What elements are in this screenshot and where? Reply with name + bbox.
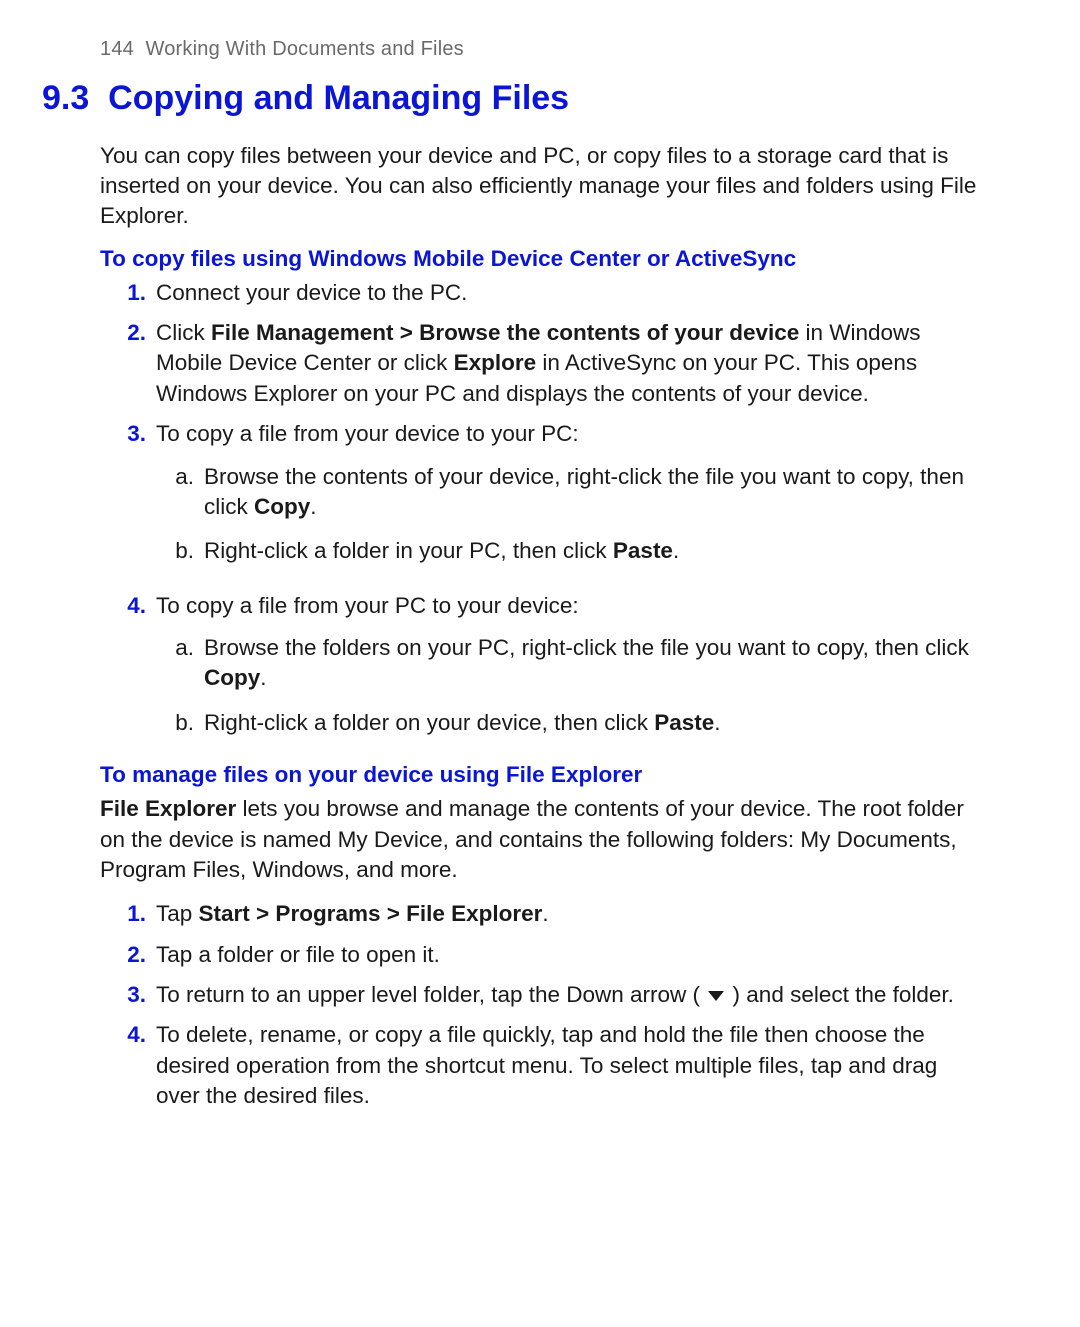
text: . bbox=[714, 710, 720, 735]
bold-text: File Management > Browse the contents of… bbox=[211, 320, 799, 345]
list-body: Connect your device to the PC. bbox=[156, 278, 980, 308]
list-body: Right-click a folder on your device, the… bbox=[204, 708, 721, 738]
manage-intro: File Explorer lets you browse and manage… bbox=[100, 794, 980, 885]
list-item: a. Browse the folders on your PC, right-… bbox=[156, 633, 980, 694]
bold-text: Explore bbox=[454, 350, 537, 375]
list-body: To copy a file from your PC to your devi… bbox=[156, 591, 980, 753]
list-body: Tap Start > Programs > File Explorer. bbox=[156, 899, 980, 929]
text: To copy a file from your PC to your devi… bbox=[156, 593, 579, 618]
list-body: Browse the folders on your PC, right-cli… bbox=[204, 633, 980, 694]
subheading-manage-files: To manage files on your device using Fil… bbox=[100, 762, 980, 788]
list-body: Click File Management > Browse the conte… bbox=[156, 318, 980, 409]
list-item: b. Right-click a folder on your device, … bbox=[156, 708, 980, 738]
text: Right-click a folder on your device, the… bbox=[204, 710, 654, 735]
list-item: 3. To copy a file from your device to yo… bbox=[100, 419, 980, 581]
intro-paragraph: You can copy files between your device a… bbox=[100, 141, 980, 232]
text: Right-click a folder in your PC, then cl… bbox=[204, 538, 613, 563]
text: Tap bbox=[156, 901, 199, 926]
bold-text: Paste bbox=[654, 710, 714, 735]
list-marker: 2. bbox=[100, 318, 156, 409]
bold-text: Copy bbox=[204, 665, 260, 690]
list-body: Browse the contents of your device, righ… bbox=[204, 462, 980, 523]
bold-text: Paste bbox=[613, 538, 673, 563]
bold-text: Copy bbox=[254, 494, 310, 519]
list-body: Right-click a folder in your PC, then cl… bbox=[204, 536, 679, 566]
running-header: 144 Working With Documents and Files bbox=[100, 38, 980, 61]
text: ) and select the folder. bbox=[726, 982, 954, 1007]
text: To return to an upper level folder, tap … bbox=[156, 982, 706, 1007]
list-item: 1. Connect your device to the PC. bbox=[100, 278, 980, 308]
text: Click bbox=[156, 320, 211, 345]
list-marker: 4. bbox=[100, 591, 156, 753]
list-item: 2. Tap a folder or file to open it. bbox=[100, 940, 980, 970]
list-body: To copy a file from your device to your … bbox=[156, 419, 980, 581]
section-heading: 9.3 Copying and Managing Files bbox=[42, 79, 980, 118]
text: . bbox=[542, 901, 548, 926]
list-marker: 2. bbox=[100, 940, 156, 970]
list-item: 4. To delete, rename, or copy a file qui… bbox=[100, 1020, 980, 1111]
text: To copy a file from your device to your … bbox=[156, 421, 579, 446]
list-item: a. Browse the contents of your device, r… bbox=[156, 462, 980, 523]
alpha-marker: a. bbox=[156, 462, 204, 523]
document-page: 144 Working With Documents and Files 9.3… bbox=[0, 0, 1080, 1222]
list-marker: 4. bbox=[100, 1020, 156, 1111]
subheading-copy-files: To copy files using Windows Mobile Devic… bbox=[100, 246, 980, 272]
alpha-list: a. Browse the contents of your device, r… bbox=[156, 462, 980, 567]
list-item: 4. To copy a file from your PC to your d… bbox=[100, 591, 980, 753]
page-number: 144 bbox=[100, 38, 134, 60]
text: . bbox=[310, 494, 316, 519]
text: Browse the contents of your device, righ… bbox=[204, 464, 964, 519]
down-arrow-icon bbox=[708, 991, 724, 1001]
text: . bbox=[260, 665, 266, 690]
ordered-list-copy: 1. Connect your device to the PC. 2. Cli… bbox=[100, 278, 980, 753]
list-marker: 3. bbox=[100, 980, 156, 1010]
list-item: 1. Tap Start > Programs > File Explorer. bbox=[100, 899, 980, 929]
list-marker: 1. bbox=[100, 899, 156, 929]
bold-text: Start > Programs > File Explorer bbox=[199, 901, 543, 926]
ordered-list-manage: 1. Tap Start > Programs > File Explorer.… bbox=[100, 899, 980, 1111]
list-marker: 1. bbox=[100, 278, 156, 308]
section-title-text: Copying and Managing Files bbox=[108, 79, 569, 117]
list-body: Tap a folder or file to open it. bbox=[156, 940, 980, 970]
chapter-title: Working With Documents and Files bbox=[146, 38, 464, 60]
list-item: 2. Click File Management > Browse the co… bbox=[100, 318, 980, 409]
text: Browse the folders on your PC, right-cli… bbox=[204, 635, 969, 660]
bold-text: File Explorer bbox=[100, 796, 236, 821]
alpha-marker: b. bbox=[156, 536, 204, 566]
alpha-marker: b. bbox=[156, 708, 204, 738]
list-item: 3. To return to an upper level folder, t… bbox=[100, 980, 980, 1010]
alpha-list: a. Browse the folders on your PC, right-… bbox=[156, 633, 980, 738]
alpha-marker: a. bbox=[156, 633, 204, 694]
list-body: To return to an upper level folder, tap … bbox=[156, 980, 980, 1010]
section-number: 9.3 bbox=[42, 79, 89, 117]
text: . bbox=[673, 538, 679, 563]
list-body: To delete, rename, or copy a file quickl… bbox=[156, 1020, 980, 1111]
list-marker: 3. bbox=[100, 419, 156, 581]
list-item: b. Right-click a folder in your PC, then… bbox=[156, 536, 980, 566]
